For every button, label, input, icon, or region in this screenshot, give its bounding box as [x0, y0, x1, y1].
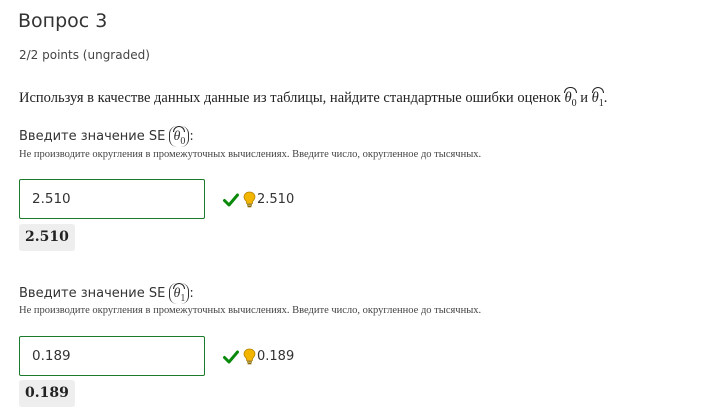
se-theta1-label: Введите значение SE θ1: [19, 283, 194, 304]
se-theta1-answer-field[interactable] [19, 336, 205, 376]
se-theta0-input[interactable] [20, 191, 192, 207]
se-theta0-hat: θ0 [173, 126, 185, 147]
theta0-symbol: θ [564, 90, 572, 106]
se-theta0-feedback-value: 2.510 [257, 192, 295, 207]
se-theta0-preview: 2.510 [19, 224, 75, 251]
theta0-hat: θ0 [564, 87, 577, 109]
se-theta1-feedback-value: 0.189 [257, 349, 295, 364]
se-theta1-formula: θ1 [169, 283, 190, 304]
se-theta0-label: Введите значение SE θ0: [19, 126, 194, 147]
theta0-subscript: 0 [571, 97, 577, 109]
theta1-symbol: θ [591, 90, 599, 106]
question-text: Используя в качестве данных данные из та… [19, 87, 607, 109]
se-label-prefix: Введите значение SE [19, 286, 166, 301]
se-theta0-formula: θ0 [169, 126, 190, 147]
question-period: . [603, 90, 608, 106]
se-label-suffix: : [189, 286, 194, 301]
theta1-subscript: 1 [598, 97, 604, 109]
lightbulb-icon[interactable] [243, 348, 256, 365]
lightbulb-icon[interactable] [243, 191, 256, 208]
se-theta0-answer-field[interactable] [19, 179, 205, 219]
se-theta1-subscript: 1 [180, 292, 186, 304]
points-status: 2/2 points (ungraded) [19, 48, 150, 62]
se-label-prefix: Введите значение SE [19, 129, 166, 144]
se-theta0-subscript: 0 [180, 135, 186, 147]
se-label-suffix: : [189, 129, 194, 144]
se-theta1-hat: θ1 [173, 283, 185, 304]
se-theta0-feedback: 2.510 [223, 191, 294, 208]
se-theta1-feedback: 0.189 [223, 348, 294, 365]
problem-title: Вопрос 3 [18, 10, 108, 32]
check-icon [223, 350, 239, 363]
conjunction: и [580, 90, 588, 106]
se-theta1-input[interactable] [20, 348, 192, 364]
check-icon [223, 193, 239, 206]
theta1-hat: θ1 [591, 87, 604, 109]
se-theta0-hint: Не производите округления в промежуточны… [19, 149, 482, 160]
se-theta1-preview: 0.189 [19, 380, 75, 407]
se-theta1-hint: Не производите округления в промежуточны… [19, 305, 482, 316]
question-prompt: Используя в качестве данных данные из та… [19, 90, 561, 106]
